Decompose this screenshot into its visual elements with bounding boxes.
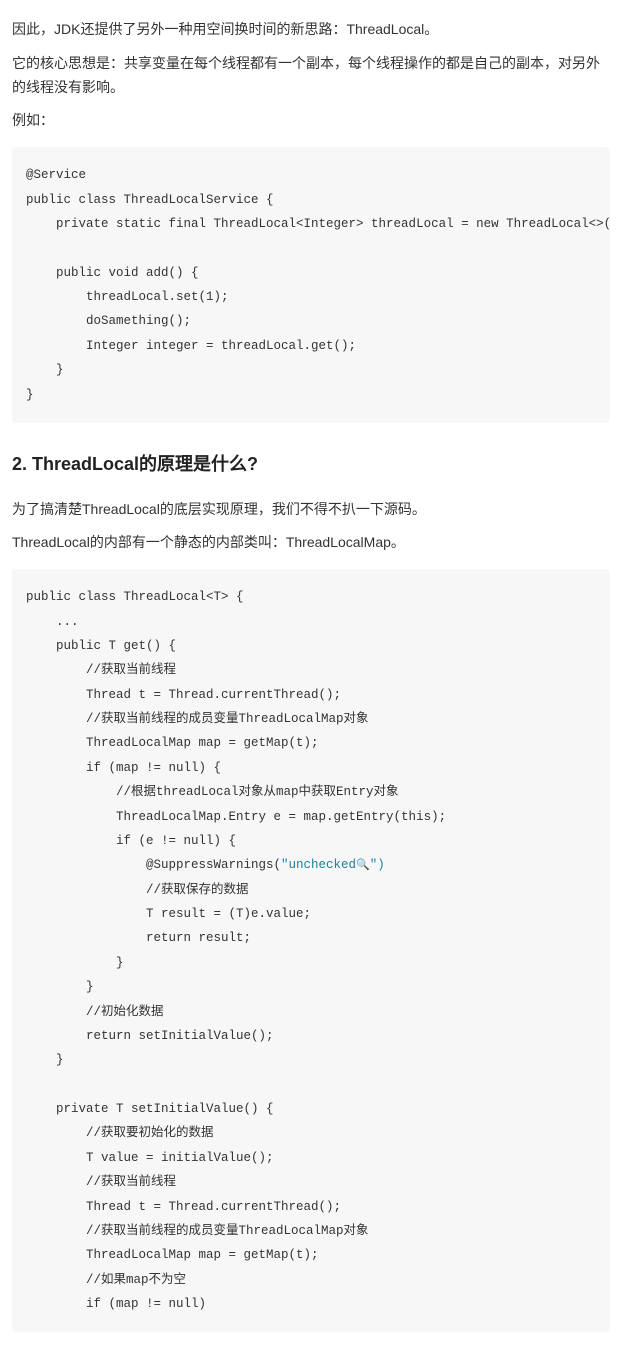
code-line: ThreadLocalMap map = getMap(t); [26, 1248, 319, 1262]
section-heading-2: 2. ThreadLocal的原理是什么? [12, 449, 610, 480]
code-line: //获取当前线程的成员变量ThreadLocalMap对象 [26, 712, 369, 726]
paragraph-core-idea: 它的核心思想是：共享变量在每个线程都有一个副本，每个线程操作的都是自己的副本，对… [12, 52, 610, 100]
code-line: if (map != null) { [26, 761, 221, 775]
code-line: public T get() { [26, 639, 176, 653]
code-line: public class ThreadLocalService { [26, 193, 274, 207]
code-line: return result; [26, 931, 251, 945]
paragraph-intro: 因此，JDK还提供了另外一种用空间换时间的新思路：ThreadLocal。 [12, 18, 610, 42]
code-line: //获取当前线程 [26, 663, 176, 677]
code-line: } [26, 363, 64, 377]
code-line: //获取要初始化的数据 [26, 1126, 214, 1140]
paragraph-map-intro: ThreadLocal的内部有一个静态的内部类叫：ThreadLocalMap。 [12, 531, 610, 555]
code-line: } [26, 1053, 64, 1067]
code-line: } [26, 980, 94, 994]
code-line: ThreadLocalMap.Entry e = map.getEntry(th… [26, 810, 446, 824]
code-line: } [26, 956, 124, 970]
code-line: } [26, 388, 34, 402]
code-line: //根据threadLocal对象从map中获取Entry对象 [26, 785, 399, 799]
code-line: return setInitialValue(); [26, 1029, 274, 1043]
code-line: if (map != null) [26, 1297, 206, 1311]
code-line: private T setInitialValue() { [26, 1102, 274, 1116]
code-line: doSamething(); [26, 314, 191, 328]
code-line: T result = (T)e.value; [26, 907, 311, 921]
code-line: private static final ThreadLocal<Integer… [26, 217, 610, 231]
code-line: ... [26, 615, 79, 629]
code-line: Thread t = Thread.currentThread(); [26, 1200, 341, 1214]
code-line: T value = initialValue(); [26, 1151, 274, 1165]
code-line: //获取当前线程 [26, 1175, 176, 1189]
code-line: @Service [26, 168, 86, 182]
magnifier-icon: 🔍 [356, 856, 370, 877]
code-line: ThreadLocalMap map = getMap(t); [26, 736, 319, 750]
code-string-close: ") [370, 858, 385, 872]
code-line: public void add() { [26, 266, 199, 280]
paragraph-source-lead: 为了搞清楚ThreadLocal的底层实现原理，我们不得不扒一下源码。 [12, 498, 610, 522]
code-line: public class ThreadLocal<T> { [26, 590, 244, 604]
code-line: //初始化数据 [26, 1005, 164, 1019]
code-block-service: @Service public class ThreadLocalService… [12, 147, 610, 423]
code-line: Thread t = Thread.currentThread(); [26, 688, 341, 702]
code-line: //获取保存的数据 [26, 883, 249, 897]
code-line: @SuppressWarnings( [26, 858, 281, 872]
code-string: "unchecked [281, 858, 356, 872]
code-line: //获取当前线程的成员变量ThreadLocalMap对象 [26, 1224, 369, 1238]
code-line: threadLocal.set(1); [26, 290, 229, 304]
code-line: //如果map不为空 [26, 1273, 186, 1287]
paragraph-example-lead: 例如： [12, 109, 610, 133]
code-line: Integer integer = threadLocal.get(); [26, 339, 356, 353]
code-line: if (e != null) { [26, 834, 236, 848]
